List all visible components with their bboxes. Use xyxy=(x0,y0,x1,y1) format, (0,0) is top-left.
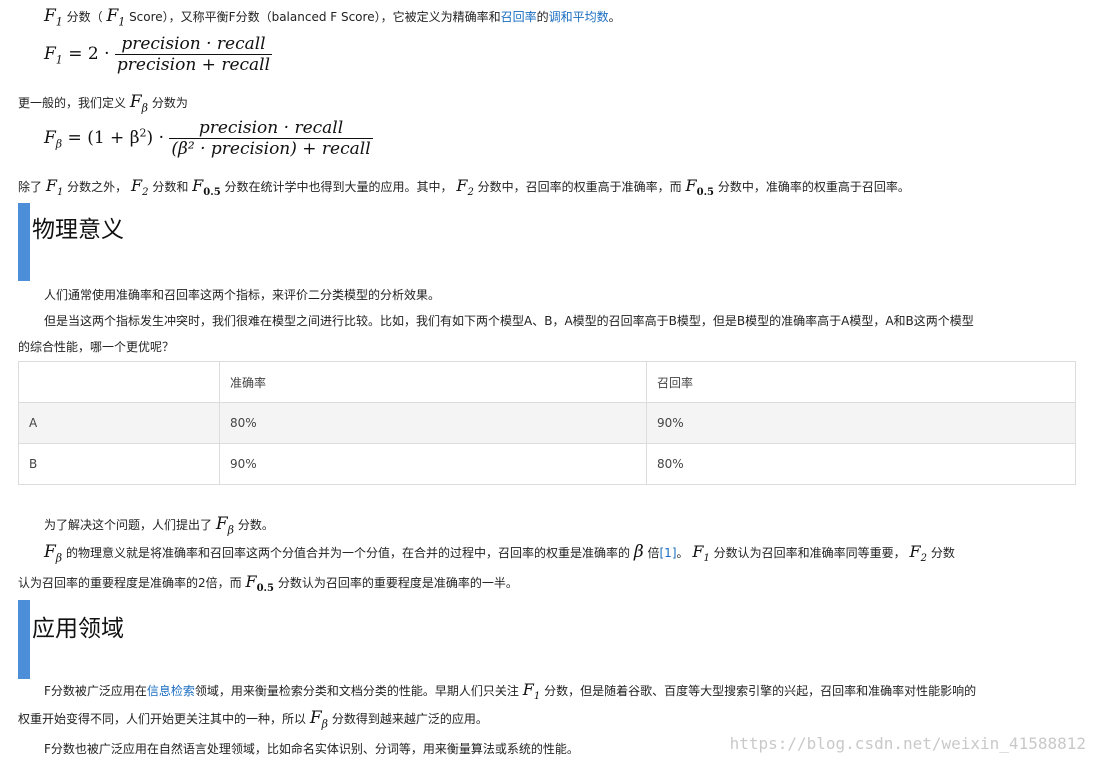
paragraph: 为了解决这个问题，人们提出了 Fβ 分数。 xyxy=(44,514,274,537)
intro-line: F1 分数（ F1 Score），又称平衡F分数（balanced F Scor… xyxy=(44,6,621,29)
table-row: A 80% 90% xyxy=(18,402,1076,444)
section-title-application: 应用领域 xyxy=(32,616,124,642)
section-marker xyxy=(18,203,30,281)
table-cell: B xyxy=(18,443,220,485)
table-header-row: 准确率 召回率 xyxy=(18,361,1076,403)
watermark: https://blog.csdn.net/weixin_41588812 xyxy=(729,734,1086,753)
paragraph: F分数被广泛应用在信息检索领域，用来衡量检索分类和文档分类的性能。早期人们只关注… xyxy=(44,680,977,703)
comparison-table: 准确率 召回率 A 80% 90% B 90% 80% xyxy=(18,361,1076,485)
table-row: B 90% 80% xyxy=(18,443,1076,485)
recall-link[interactable]: 召回率 xyxy=(501,10,537,24)
paragraph: 但是当这两个指标发生冲突时，我们很难在模型之间进行比较。比如，我们有如下两个模型… xyxy=(44,314,974,328)
paragraph: 权重开始变得不同，人们开始更关注其中的一种，所以 Fβ 分数得到越来越广泛的应用… xyxy=(18,708,488,731)
table-cell: 90% xyxy=(219,443,647,485)
general-line: 更一般的，我们定义 Fβ 分数为 xyxy=(18,92,188,115)
section-marker xyxy=(18,600,30,679)
paragraph: 认为召回率的重要程度是准确率的2倍，而 F0.5 分数认为召回率的重要程度是准确… xyxy=(18,572,518,595)
reference-link[interactable]: [1] xyxy=(660,546,677,560)
formula-fbeta: Fβ = (1 + β2) · precision · recall (β² ·… xyxy=(44,118,373,159)
table-cell: 80% xyxy=(219,402,647,444)
section-title-meaning: 物理意义 xyxy=(32,217,124,243)
besides-line: 除了 F1 分数之外， F2 分数和 F0.5 分数在统计学中也得到大量的应用。… xyxy=(18,176,910,199)
table-header-cell xyxy=(18,361,220,403)
table-cell: 90% xyxy=(646,402,1076,444)
harmonic-mean-link[interactable]: 调和平均数 xyxy=(549,10,609,24)
table-header-cell: 召回率 xyxy=(646,361,1076,403)
information-retrieval-link[interactable]: 信息检索 xyxy=(147,684,195,698)
paragraph: Fβ 的物理意义就是将准确率和召回率这两个分值合并为一个分值，在合并的过程中，召… xyxy=(44,542,955,565)
paragraph: 的综合性能，哪一个更优呢？ xyxy=(18,340,175,354)
table-cell: A xyxy=(18,402,220,444)
paragraph: F分数也被广泛应用在自然语言处理领域，比如命名实体识别、分词等，用来衡量算法或系… xyxy=(44,742,579,756)
table-header-cell: 准确率 xyxy=(219,361,647,403)
formula-f1: F1 = 2 · precision · recall precision + … xyxy=(44,34,273,75)
paragraph: 人们通常使用准确率和召回率这两个指标，来评价二分类模型的分析效果。 xyxy=(44,288,441,302)
table-cell: 80% xyxy=(646,443,1076,485)
